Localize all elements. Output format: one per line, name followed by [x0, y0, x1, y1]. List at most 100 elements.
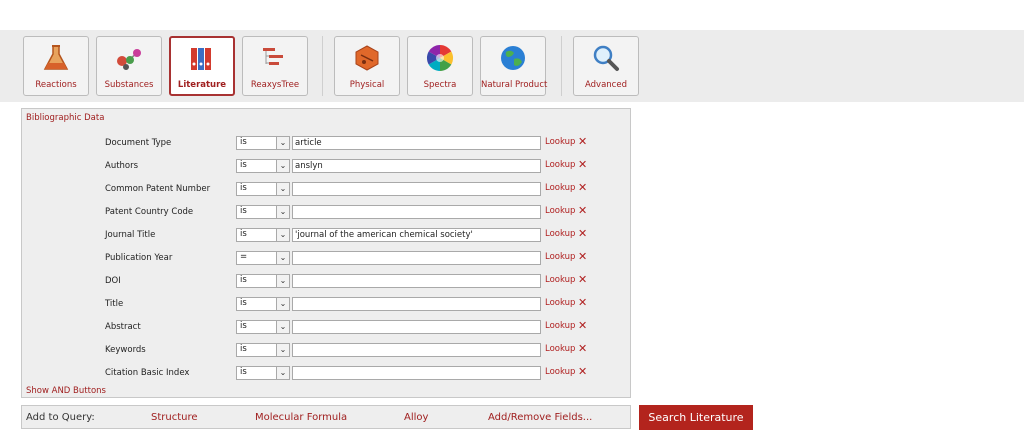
operator-value: is — [240, 183, 247, 193]
add-molecular-formula-link[interactable]: Molecular Formula — [255, 412, 347, 423]
close-icon[interactable]: ✕ — [578, 319, 587, 333]
operator-select[interactable]: is ⌄ — [236, 343, 290, 357]
field-label: Authors — [105, 161, 139, 171]
lookup-link[interactable]: Lookup — [545, 229, 575, 239]
value-input[interactable]: article — [292, 136, 541, 150]
chevron-down-icon[interactable]: ⌄ — [276, 298, 289, 310]
value-input[interactable] — [292, 297, 541, 311]
value-input[interactable] — [292, 366, 541, 380]
chevron-down-icon[interactable]: ⌄ — [276, 206, 289, 218]
close-icon[interactable]: ✕ — [578, 204, 587, 218]
operator-select[interactable]: is ⌄ — [236, 320, 290, 334]
lookup-link[interactable]: Lookup — [545, 252, 575, 262]
operator-value: is — [240, 206, 247, 216]
field-label: Title — [105, 299, 124, 309]
close-icon[interactable]: ✕ — [578, 342, 587, 356]
value-input[interactable] — [292, 251, 541, 265]
tool-label: Spectra — [423, 80, 457, 90]
close-icon[interactable]: ✕ — [578, 250, 587, 264]
value-input[interactable] — [292, 320, 541, 334]
chevron-down-icon[interactable]: ⌄ — [276, 160, 289, 172]
show-and-buttons-link[interactable]: Show AND Buttons — [26, 386, 106, 396]
close-icon[interactable]: ✕ — [578, 365, 587, 379]
lookup-link[interactable]: Lookup — [545, 183, 575, 193]
operator-value: is — [240, 321, 247, 331]
field-row-journal-title: Journal Title is ⌄ 'journal of the americ… — [22, 227, 630, 243]
chevron-down-icon[interactable]: ⌄ — [276, 137, 289, 149]
close-icon[interactable]: ✕ — [578, 158, 587, 172]
operator-select[interactable]: is ⌄ — [236, 228, 290, 242]
tool-reaxystree[interactable]: ReaxysTree — [242, 36, 308, 96]
operator-select[interactable]: is ⌄ — [236, 159, 290, 173]
molecules-icon — [117, 49, 141, 70]
tool-label: Literature — [177, 80, 227, 90]
tree-icon — [263, 48, 283, 65]
field-label: Abstract — [105, 322, 141, 332]
close-icon[interactable]: ✕ — [578, 273, 587, 287]
value-input[interactable] — [292, 182, 541, 196]
value-input[interactable] — [292, 343, 541, 357]
tool-reactions[interactable]: Reactions — [23, 36, 89, 96]
add-to-query-bar: Add to Query: Structure Molecular Formul… — [21, 405, 631, 429]
operator-value: is — [240, 275, 247, 285]
close-icon[interactable]: ✕ — [578, 181, 587, 195]
add-remove-fields-link[interactable]: Add/Remove Fields... — [488, 412, 592, 423]
add-structure-link[interactable]: Structure — [151, 412, 198, 423]
chevron-down-icon[interactable]: ⌄ — [276, 183, 289, 195]
add-to-query-label: Add to Query: — [26, 412, 95, 423]
operator-value: is — [240, 344, 247, 354]
tool-advanced[interactable]: Advanced — [573, 36, 639, 96]
lookup-link[interactable]: Lookup — [545, 367, 575, 377]
operator-select[interactable]: is ⌄ — [236, 136, 290, 150]
field-row-citation-basic-index: Citation Basic Index is ⌄ Lookup ✕ — [22, 365, 630, 381]
lookup-link[interactable]: Lookup — [545, 321, 575, 331]
value-input[interactable] — [292, 205, 541, 219]
hexagon-icon — [355, 45, 379, 71]
operator-value: is — [240, 160, 247, 170]
tool-spectra[interactable]: Spectra — [407, 36, 473, 96]
chevron-down-icon[interactable]: ⌄ — [276, 344, 289, 356]
operator-select[interactable]: is ⌄ — [236, 205, 290, 219]
lookup-link[interactable]: Lookup — [545, 206, 575, 216]
field-row-publication-year: Publication Year = ⌄ Lookup ✕ — [22, 250, 630, 266]
chevron-down-icon[interactable]: ⌄ — [276, 229, 289, 241]
chevron-down-icon[interactable]: ⌄ — [276, 321, 289, 333]
search-literature-button[interactable]: Search Literature — [639, 405, 753, 430]
section-title: Bibliographic Data — [26, 113, 105, 123]
close-icon[interactable]: ✕ — [578, 296, 587, 310]
add-alloy-link[interactable]: Alloy — [404, 412, 428, 423]
operator-select[interactable]: = ⌄ — [236, 251, 290, 265]
field-label: Journal Title — [105, 230, 156, 240]
chevron-down-icon[interactable]: ⌄ — [276, 252, 289, 264]
tool-natural-product[interactable]: Natural Product — [480, 36, 547, 96]
field-row-document-type: Document Type is ⌄ article Lookup ✕ — [22, 135, 630, 151]
field-row-common-patent-number: Common Patent Number is ⌄ Lookup ✕ — [22, 181, 630, 197]
lookup-link[interactable]: Lookup — [545, 275, 575, 285]
lookup-link[interactable]: Lookup — [545, 344, 575, 354]
magnifier-icon — [593, 45, 619, 71]
tool-literature[interactable]: Literature — [169, 36, 235, 96]
tool-physical[interactable]: Physical — [334, 36, 400, 96]
field-row-abstract: Abstract is ⌄ Lookup ✕ — [22, 319, 630, 335]
value-input[interactable]: 'journal of the american chemical societ… — [292, 228, 541, 242]
field-row-authors: Authors is ⌄ anslyn Lookup ✕ — [22, 158, 630, 174]
tool-substances[interactable]: Substances — [96, 36, 162, 96]
operator-value: is — [240, 367, 247, 377]
field-label: Common Patent Number — [105, 184, 211, 194]
lookup-link[interactable]: Lookup — [545, 137, 575, 147]
close-icon[interactable]: ✕ — [578, 227, 587, 241]
value-input[interactable]: anslyn — [292, 159, 541, 173]
chevron-down-icon[interactable]: ⌄ — [276, 275, 289, 287]
field-label: Citation Basic Index — [105, 368, 190, 378]
value-input[interactable] — [292, 274, 541, 288]
lookup-link[interactable]: Lookup — [545, 160, 575, 170]
operator-select[interactable]: is ⌄ — [236, 297, 290, 311]
operator-select[interactable]: is ⌄ — [236, 366, 290, 380]
field-label: DOI — [105, 276, 121, 286]
chevron-down-icon[interactable]: ⌄ — [276, 367, 289, 379]
tool-label: Substances — [104, 80, 154, 90]
operator-select[interactable]: is ⌄ — [236, 182, 290, 196]
lookup-link[interactable]: Lookup — [545, 298, 575, 308]
operator-select[interactable]: is ⌄ — [236, 274, 290, 288]
close-icon[interactable]: ✕ — [578, 135, 587, 149]
